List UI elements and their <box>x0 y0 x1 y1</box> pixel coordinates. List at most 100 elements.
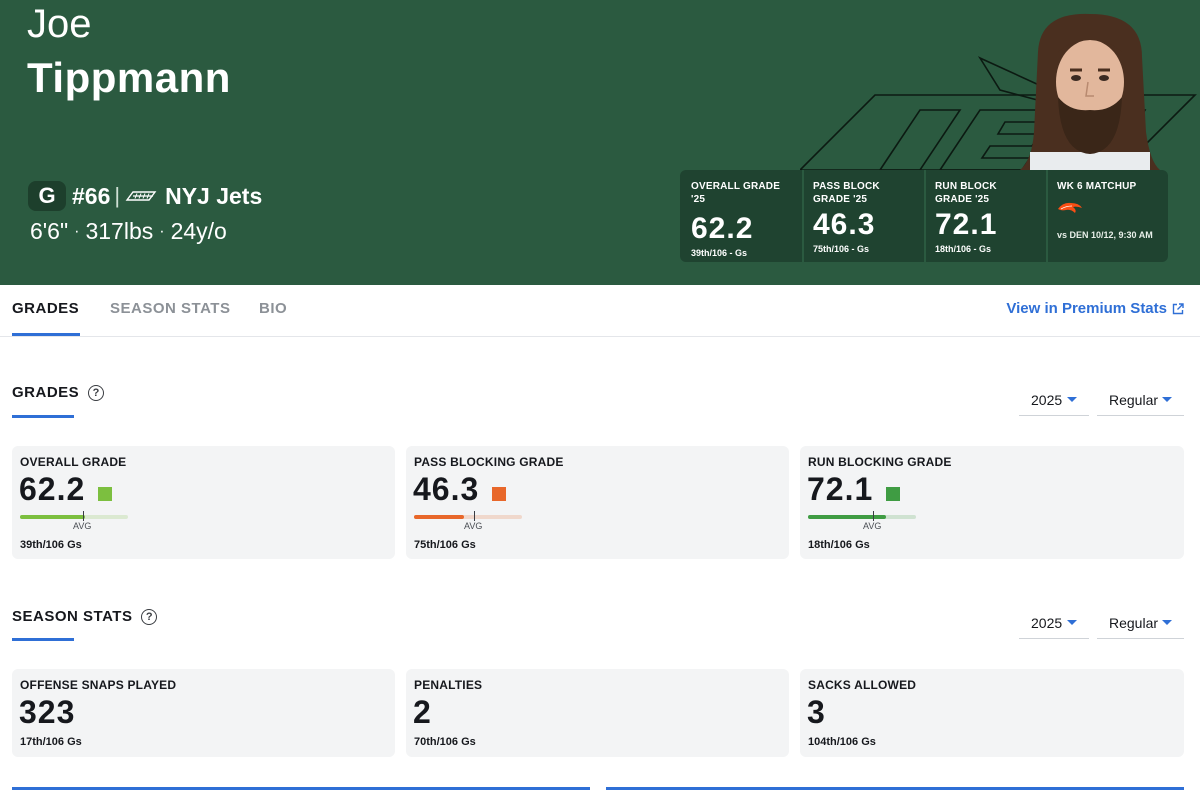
stat-card-label: OFFENSE SNAPS PLAYED <box>20 678 177 692</box>
grade-card-label: OVERALL GRADE <box>20 455 127 469</box>
stat-card-rank: 70th/106 Gs <box>414 736 476 748</box>
stat-card-rank: 104th/106 Gs <box>808 736 876 748</box>
avg-marker <box>83 511 84 521</box>
hero-pass-block-grade: PASS BLOCK GRADE '25 46.3 75th/106 - Gs <box>802 170 924 262</box>
player-hero: Joe Tippmann G #66 | NYJ Jets 6'6" · 317… <box>0 0 1200 285</box>
help-icon[interactable]: ? <box>88 384 105 401</box>
grades-section-underline <box>12 415 74 418</box>
hero-overall-label: OVERALL GRADE '25 <box>691 181 781 205</box>
season-stats-section-title: SEASON STATS ? <box>12 608 158 625</box>
season-stats-section-underline <box>12 638 74 641</box>
hero-overall-rank: 39th/106 - Gs <box>691 248 748 258</box>
avg-label: AVG <box>863 521 882 531</box>
pass-blocking-grade-card: PASS BLOCKING GRADE 46.3 AVG 75th/106 Gs <box>406 446 789 559</box>
grade-card-rank: 75th/106 Gs <box>414 539 476 551</box>
grade-card-rank: 39th/106 Gs <box>20 539 82 551</box>
run-blocking-grade-card: RUN BLOCKING GRADE 72.1 AVG 18th/106 Gs <box>800 446 1184 559</box>
grades-season-type-value: Regular <box>1109 391 1159 408</box>
avg-label: AVG <box>464 521 483 531</box>
broncos-logo-icon <box>1057 201 1158 220</box>
tab-bio[interactable]: BIO <box>259 300 287 317</box>
season-stats-year-value: 2025 <box>1031 614 1063 631</box>
grade-color-swatch <box>886 487 900 501</box>
premium-stats-link[interactable]: View in Premium Stats <box>1006 300 1184 317</box>
chevron-down-icon <box>1067 397 1077 402</box>
stat-card-value: 323 <box>19 694 76 730</box>
sacks-allowed-card: SACKS ALLOWED 3 104th/106 Gs <box>800 669 1184 757</box>
player-position-row: G #66 | NYJ Jets <box>28 181 262 211</box>
grade-bar-track <box>414 515 522 519</box>
grades-section-title: GRADES ? <box>12 384 105 401</box>
season-stats-year-dropdown[interactable]: 2025 <box>1019 607 1089 639</box>
hero-matchup-text: vs DEN 10/12, 9:30 AM <box>1057 230 1153 240</box>
active-tab-indicator <box>12 333 80 336</box>
player-weight: 317lbs <box>85 218 154 244</box>
help-icon[interactable]: ? <box>141 608 158 625</box>
grade-bar-fill <box>808 515 886 519</box>
separator: | <box>114 183 121 208</box>
hero-run-block-label: RUN BLOCK GRADE '25 <box>935 181 997 205</box>
premium-stats-label: View in Premium Stats <box>1006 300 1167 317</box>
hero-pass-block-value: 46.3 <box>813 208 876 241</box>
stat-card-label: SACKS ALLOWED <box>808 678 917 692</box>
grade-card-rank: 18th/106 Gs <box>808 539 870 551</box>
player-tabs: GRADES SEASON STATS BIO View in Premium … <box>0 285 1200 337</box>
grade-card-value: 72.1 <box>807 471 874 507</box>
hero-pass-block-rank: 75th/106 - Gs <box>813 244 870 254</box>
grade-bar-track <box>808 515 916 519</box>
external-link-icon <box>1172 302 1184 314</box>
offense-snaps-card: OFFENSE SNAPS PLAYED 323 17th/106 Gs <box>12 669 395 757</box>
stat-card-label: PENALTIES <box>414 678 483 692</box>
grade-color-swatch <box>98 487 112 501</box>
hero-grade-summary: OVERALL GRADE '25 62.2 39th/106 - Gs PAS… <box>680 170 1168 262</box>
player-headshot <box>1020 13 1160 172</box>
grade-card-value: 62.2 <box>19 471 86 507</box>
player-first-name: Joe <box>27 2 92 46</box>
position-badge: G <box>28 181 66 211</box>
grade-card-label: RUN BLOCKING GRADE <box>808 455 952 469</box>
grade-card-value: 46.3 <box>413 471 480 507</box>
chevron-down-icon <box>1162 620 1172 625</box>
avg-label: AVG <box>73 521 92 531</box>
stat-card-value: 2 <box>413 694 432 730</box>
season-stats-season-type-value: Regular <box>1109 614 1159 631</box>
grade-card-label: PASS BLOCKING GRADE <box>414 455 564 469</box>
player-height: 6'6" <box>30 218 69 244</box>
hero-run-block-grade: RUN BLOCK GRADE '25 72.1 18th/106 - Gs <box>924 170 1046 262</box>
section-divider <box>606 787 1184 790</box>
hero-matchup[interactable]: WK 6 MATCHUP vs DEN 10/12, 9:30 AM <box>1046 170 1168 262</box>
chevron-down-icon <box>1067 620 1077 625</box>
season-stats-season-type-dropdown[interactable]: Regular <box>1097 607 1184 639</box>
overall-grade-card: OVERALL GRADE 62.2 AVG 39th/106 Gs <box>12 446 395 559</box>
grade-color-swatch <box>492 487 506 501</box>
dot-separator: · <box>159 222 165 240</box>
jersey-number: #66 <box>72 182 111 209</box>
grades-season-type-dropdown[interactable]: Regular <box>1097 384 1184 416</box>
hero-run-block-rank: 18th/106 - Gs <box>935 244 992 254</box>
jets-logo-icon <box>125 190 159 202</box>
season-stats-title-text: SEASON STATS <box>12 608 133 625</box>
grades-title-text: GRADES <box>12 384 80 401</box>
avg-marker <box>873 511 874 521</box>
hero-overall-value: 62.2 <box>691 212 754 245</box>
chevron-down-icon <box>1162 397 1172 402</box>
grade-bar-fill <box>414 515 464 519</box>
penalties-card: PENALTIES 2 70th/106 Gs <box>406 669 789 757</box>
hero-run-block-value: 72.1 <box>935 208 998 241</box>
avg-marker <box>474 511 475 521</box>
section-divider <box>12 787 590 790</box>
hero-pass-block-label: PASS BLOCK GRADE '25 <box>813 181 880 205</box>
stat-card-rank: 17th/106 Gs <box>20 736 82 748</box>
player-last-name: Tippmann <box>27 54 231 101</box>
stat-card-value: 3 <box>807 694 826 730</box>
hero-matchup-label: WK 6 MATCHUP <box>1057 181 1137 192</box>
grades-year-dropdown[interactable]: 2025 <box>1019 384 1089 416</box>
grades-year-value: 2025 <box>1031 391 1063 408</box>
team-name: NYJ Jets <box>165 182 263 209</box>
tab-grades[interactable]: GRADES <box>12 300 79 317</box>
tab-season-stats[interactable]: SEASON STATS <box>110 300 230 317</box>
player-measurements: 6'6" · 317lbs · 24y/o <box>30 218 227 245</box>
grade-bar-fill <box>20 515 85 519</box>
hero-overall-grade: OVERALL GRADE '25 62.2 39th/106 - Gs <box>680 170 802 262</box>
dot-separator: · <box>74 222 80 240</box>
